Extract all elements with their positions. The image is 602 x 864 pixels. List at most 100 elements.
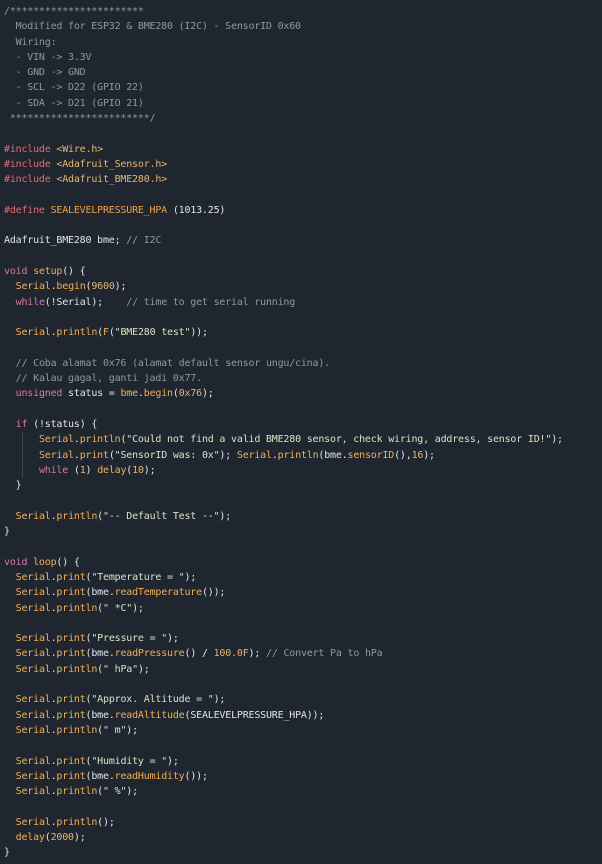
code-token-number: 2000	[50, 832, 74, 844]
code-token-comment: // Convert Pa to hPa	[266, 648, 383, 660]
code-token-plain: );	[219, 510, 232, 522]
code-token-method: print	[56, 633, 86, 645]
code-token-number: 0x76	[178, 388, 202, 400]
code-token-keyword: if	[15, 419, 28, 431]
code-token-method: readPressure	[114, 648, 185, 660]
code-token-pre: #include	[4, 158, 57, 170]
code-token-header: <Adafruit_Sensor.h>	[56, 158, 167, 170]
code-token-obj: bme	[120, 388, 138, 400]
indent-guide	[22, 432, 24, 448]
code-token-obj: Serial	[15, 724, 51, 736]
code-token-comment: ************************/	[4, 113, 156, 125]
code-token-obj: Serial	[15, 816, 51, 828]
code-line: }	[4, 845, 602, 860]
code-editor[interactable]: /*********************** Modified for ES…	[0, 0, 602, 864]
code-line: while (1) delay(10);	[4, 462, 602, 479]
code-token-string: " hPa"	[103, 663, 138, 675]
code-token-pre: #include	[4, 174, 57, 186]
code-token-plain: (!status) {	[27, 419, 98, 431]
code-token-plain: (bme.	[85, 770, 115, 782]
code-line: }	[4, 478, 602, 493]
code-line: Adafruit_BME280 bme; // I2C	[4, 233, 602, 248]
code-token-string: "Pressure = "	[91, 633, 168, 645]
code-area[interactable]: /*********************** Modified for ES…	[4, 4, 602, 861]
code-line: - SDA -> D21 (GPIO 21)	[4, 96, 602, 111]
code-token-obj: Serial	[15, 633, 51, 645]
code-line: ************************/	[4, 111, 602, 126]
code-token-number: 16	[411, 449, 424, 461]
code-token-string: " %"	[103, 786, 127, 798]
code-token-plain: (bme.	[85, 709, 115, 721]
code-token-method: print	[56, 587, 86, 599]
code-token-comment: /***********************	[4, 6, 144, 17]
code-token-func: delay	[97, 464, 127, 476]
code-token-method: println	[56, 327, 98, 339]
code-token-func: delay	[15, 832, 45, 844]
code-token-plain: () {	[62, 266, 86, 278]
indent-guide	[22, 462, 24, 479]
code-token-string: " m"	[103, 724, 127, 736]
code-token-number: 9600	[91, 281, 115, 293]
code-line: void loop() {	[4, 555, 602, 570]
code-token-plain: ));	[190, 327, 208, 339]
code-line: Serial.print(bme.readPressure() / 100.0F…	[4, 646, 602, 661]
code-token-method: print	[56, 694, 86, 706]
code-line: if (!status) {	[4, 417, 602, 432]
code-token-keyword: void	[4, 556, 34, 568]
code-line: Serial.print("Approx. Altitude = ");	[4, 692, 602, 707]
code-token-plain: );	[132, 602, 144, 614]
code-token-method: println	[56, 602, 98, 614]
code-line: Serial.println(" m");	[4, 723, 602, 738]
code-token-comment: // Coba alamat 0x76 (alamat default sens…	[15, 357, 331, 369]
code-line: // Coba alamat 0x76 (alamat default sens…	[4, 356, 602, 371]
code-token-obj: Serial	[15, 327, 51, 339]
code-token-obj: Serial	[15, 786, 51, 798]
code-line: Serial.println(F("BME280 test"));	[4, 325, 602, 340]
code-token-comment: - VIN -> 3.3V	[4, 51, 92, 63]
code-line: Serial.println(" *C");	[4, 601, 602, 616]
code-line: Serial.print("SensorID was: 0x"); Serial…	[4, 447, 602, 463]
code-token-string: "BME280 test"	[114, 327, 191, 339]
code-token-obj: Serial	[15, 602, 51, 614]
code-token-method: sensorID	[347, 449, 395, 461]
code-token-plain: (bme.	[318, 449, 348, 461]
code-token-string: "-- Default Test --"	[103, 510, 220, 522]
code-token-plain: );	[114, 281, 127, 293]
code-token-plain: Adafruit_BME280 bme;	[4, 235, 127, 247]
code-token-obj: Serial	[15, 648, 51, 660]
code-line: // Kalau gagal, ganti jadi 0x77.	[4, 371, 602, 386]
code-token-obj: Serial	[15, 571, 51, 583]
code-token-string: "Could not find a valid BME280 sensor, c…	[126, 434, 552, 446]
code-line: Modified for ESP32 & BME280 (I2C) - Sens…	[4, 19, 602, 34]
code-token-obj: Serial	[15, 755, 51, 767]
code-token-plain: );	[184, 571, 197, 583]
code-token-plain: (SEALEVELPRESSURE_HPA));	[184, 709, 325, 721]
code-token-func: loop	[33, 556, 57, 568]
code-token-string: " *C"	[103, 602, 133, 614]
code-token-keyword: while	[15, 296, 45, 308]
code-token-pre: #include	[4, 143, 57, 155]
code-line: Serial.print("Pressure = ");	[4, 631, 602, 646]
code-token-plain: );	[219, 449, 237, 461]
code-line: - SCL -> D22 (GPIO 22)	[4, 80, 602, 95]
code-token-method: println	[56, 786, 98, 798]
code-token-header: <Adafruit_BME280.h>	[56, 174, 167, 186]
code-token-obj: Serial	[15, 694, 51, 706]
indent-guide	[22, 447, 24, 463]
code-token-method: println	[56, 816, 98, 828]
code-token-comment: // Kalau gagal, ganti jadi 0x77.	[15, 373, 202, 385]
code-token-plain: ());	[184, 770, 208, 782]
